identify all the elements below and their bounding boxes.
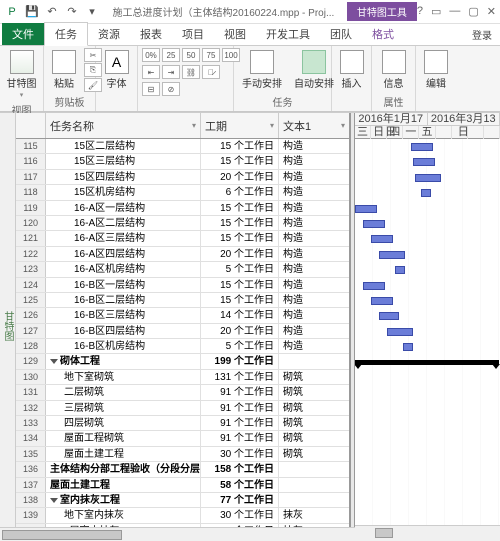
tab-project[interactable]: 项目 xyxy=(172,23,214,45)
font-button[interactable]: A 字体 xyxy=(100,48,133,92)
info-button[interactable]: 信息 xyxy=(376,48,411,92)
table-row[interactable]: 139地下室内抹灰30 个工作日抹灰 xyxy=(16,508,349,523)
paste-icon xyxy=(52,50,76,74)
ribbon-toggle-icon[interactable]: ▭ xyxy=(431,5,441,18)
tab-resource[interactable]: 资源 xyxy=(88,23,130,45)
tab-view[interactable]: 视图 xyxy=(214,23,256,45)
pct-0[interactable]: 0% xyxy=(142,48,160,62)
gantt-bar[interactable] xyxy=(403,343,413,351)
context-tool-label: 甘特图工具 xyxy=(347,2,417,21)
gantt-summary-bar[interactable] xyxy=(355,360,499,365)
link-button[interactable]: ⛓ xyxy=(182,65,200,79)
col-duration[interactable]: 工期▾ xyxy=(201,113,279,138)
gantt-bar[interactable] xyxy=(387,328,413,336)
table-row[interactable]: 11615区三层结构15 个工作日构造 xyxy=(16,154,349,169)
table-row[interactable]: 12116-A区三层结构15 个工作日构造 xyxy=(16,231,349,246)
insert-icon xyxy=(340,50,364,74)
gantt-bar[interactable] xyxy=(363,282,385,290)
gantt-bar[interactable] xyxy=(371,297,393,305)
app-icon: P xyxy=(4,4,20,20)
pct-75[interactable]: 75 xyxy=(202,48,220,62)
table-row[interactable]: 134屋面工程砌筑91 个工作日砌筑 xyxy=(16,431,349,446)
gantt-bar[interactable] xyxy=(379,312,399,320)
gantt-bar[interactable] xyxy=(395,266,405,274)
gantt-bar[interactable] xyxy=(411,143,433,151)
table-row[interactable]: 12516-B区二层结构15 个工作日构造 xyxy=(16,293,349,308)
dropdown-icon: ▾ xyxy=(270,121,274,130)
manual-schedule-button[interactable]: 手动安排 xyxy=(238,48,286,92)
maximize-icon[interactable]: ▢ xyxy=(468,5,478,18)
dropdown-icon: ▾ xyxy=(192,121,196,130)
gantt-bar[interactable] xyxy=(363,220,385,228)
edit-button[interactable]: 编辑 xyxy=(420,48,452,92)
save-icon[interactable]: 💾 xyxy=(24,4,40,20)
table-row[interactable]: 133四层砌筑91 个工作日砌筑 xyxy=(16,416,349,431)
gantt-bar[interactable] xyxy=(355,205,377,213)
inactive-button[interactable]: ⊘ xyxy=(162,82,180,96)
insert-button[interactable]: 插入 xyxy=(336,48,367,92)
timescale-date: 2016年3月13日 xyxy=(428,113,500,125)
tab-format[interactable]: 格式 xyxy=(362,23,404,45)
tab-task[interactable]: 任务 xyxy=(44,22,88,46)
info-icon xyxy=(382,50,406,74)
pct-50[interactable]: 50 xyxy=(182,48,200,62)
gantt-bar[interactable] xyxy=(371,235,393,243)
table-row[interactable]: 136主体结构分部工程验收（分段分层）158 个工作日 xyxy=(16,462,349,477)
indent-button[interactable]: ⇥ xyxy=(162,65,180,79)
close-icon[interactable]: ✕ xyxy=(487,5,496,18)
table-row[interactable]: 11916-A区一层结构15 个工作日构造 xyxy=(16,201,349,216)
font-icon: A xyxy=(105,50,129,74)
gantt-bar[interactable] xyxy=(421,189,431,197)
minimize-icon[interactable]: — xyxy=(449,5,460,18)
gantt-bar[interactable] xyxy=(415,174,441,182)
dropdown-icon: ▾ xyxy=(341,121,345,130)
unlink-button[interactable]: ⛓̷ xyxy=(202,65,220,79)
tab-report[interactable]: 报表 xyxy=(130,23,172,45)
col-taskname[interactable]: 任务名称▾ xyxy=(46,113,201,138)
gantt-icon xyxy=(10,50,34,74)
table-row[interactable]: 137屋面土建工程58 个工作日 xyxy=(16,478,349,493)
paste-button[interactable]: 粘贴 xyxy=(48,48,80,92)
tab-team[interactable]: 团队 xyxy=(320,23,362,45)
login-link[interactable]: 登录 xyxy=(464,24,500,45)
redo-icon[interactable]: ↷ xyxy=(64,4,80,20)
gantt-view-button[interactable]: 甘特图 ▾ xyxy=(4,48,39,101)
outdent-button[interactable]: ⇤ xyxy=(142,65,160,79)
table-row[interactable]: 12316-A区机房结构5 个工作日构造 xyxy=(16,262,349,277)
view-side-label: 甘特图 xyxy=(0,113,16,539)
table-row[interactable]: 11815区机房结构6 个工作日构造 xyxy=(16,185,349,200)
table-row[interactable]: 12416-B区一层结构15 个工作日构造 xyxy=(16,278,349,293)
help-icon[interactable]: ? xyxy=(417,5,423,18)
undo-icon[interactable]: ↶ xyxy=(44,4,60,20)
gantt-scrollbar[interactable] xyxy=(355,525,500,539)
gantt-bar[interactable] xyxy=(379,251,405,259)
auto-schedule-button[interactable]: 自动安排 xyxy=(290,48,338,92)
qat-more-icon[interactable]: ▾ xyxy=(84,4,100,20)
auto-icon xyxy=(302,50,326,74)
table-row[interactable]: 12716-B区四层结构20 个工作日构造 xyxy=(16,324,349,339)
table-row[interactable]: 138室内抹灰工程77 个工作日 xyxy=(16,493,349,508)
tab-dev[interactable]: 开发工具 xyxy=(256,23,320,45)
table-row[interactable]: 132三层砌筑91 个工作日砌筑 xyxy=(16,401,349,416)
table-row[interactable]: 12216-A区四层结构20 个工作日构造 xyxy=(16,247,349,262)
table-row[interactable]: 12016-A区二层结构15 个工作日构造 xyxy=(16,216,349,231)
window-title: 施工总进度计划（主体结构20160224.mpp - Proj... xyxy=(100,4,347,19)
tab-file[interactable]: 文件 xyxy=(2,23,44,45)
split-button[interactable]: ⊟ xyxy=(142,82,160,96)
table-row[interactable]: 131二层砌筑91 个工作日砌筑 xyxy=(16,385,349,400)
manual-icon xyxy=(250,50,274,74)
col-text1[interactable]: 文本1▾ xyxy=(279,113,349,138)
timescale-date: 2016年1月17日 xyxy=(355,113,428,125)
col-rownum[interactable] xyxy=(16,113,46,138)
table-row[interactable]: 12616-B区三层结构14 个工作日构造 xyxy=(16,308,349,323)
table-row[interactable]: 12816-B区机房结构5 个工作日构造 xyxy=(16,339,349,354)
table-row[interactable]: 129砌体工程199 个工作日 xyxy=(16,354,349,369)
table-row[interactable]: 135屋面土建工程30 个工作日砌筑 xyxy=(16,447,349,462)
pct-25[interactable]: 25 xyxy=(162,48,180,62)
table-row[interactable]: 11715区四层结构20 个工作日构造 xyxy=(16,170,349,185)
table-row[interactable]: 130地下室砌筑131 个工作日砌筑 xyxy=(16,370,349,385)
table-row[interactable]: 11515区二层结构15 个工作日构造 xyxy=(16,139,349,154)
gantt-bar[interactable] xyxy=(413,158,435,166)
edit-icon xyxy=(424,50,448,74)
